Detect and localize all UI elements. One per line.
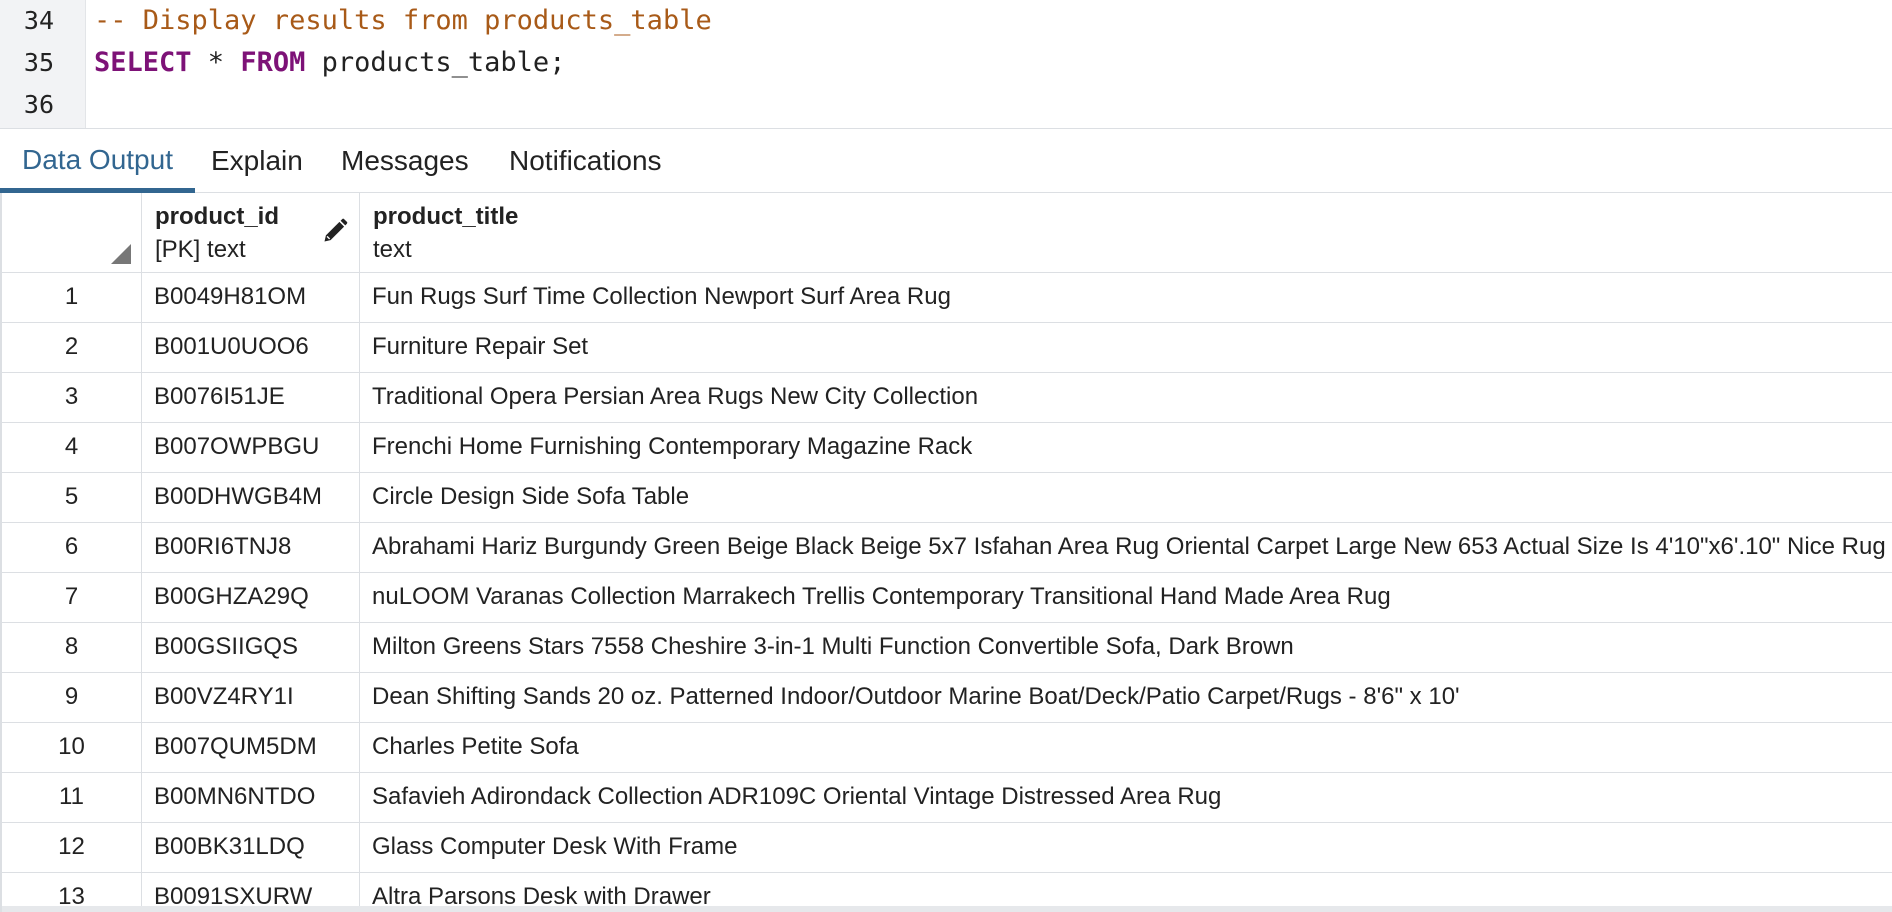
cell-product-id[interactable]: B0049H81OM — [142, 273, 360, 323]
cell-product-title[interactable]: Charles Petite Sofa — [360, 723, 1892, 773]
column-header-product-id[interactable]: product_id [PK] text — [142, 193, 360, 273]
query-editor[interactable]: 34 -- Display results from products_table… — [0, 0, 1892, 129]
cell-product-id[interactable]: B001U0UOO6 — [142, 323, 360, 373]
cell-product-title[interactable]: Safavieh Adirondack Collection ADR109C O… — [360, 773, 1892, 823]
row-number[interactable]: 3 — [2, 373, 142, 423]
table-row[interactable]: 7 B00GHZA29Q nuLOOM Varanas Collection Mar… — [2, 573, 1892, 623]
code-text: SELECT * FROM products_table; — [94, 42, 565, 84]
table-row[interactable]: 5 B00DHWGB4M Circle Design Side Sofa Table — [2, 473, 1892, 523]
cell-product-title[interactable]: Dean Shifting Sands 20 oz. Patterned Ind… — [360, 673, 1892, 723]
cell-product-title[interactable]: Furniture Repair Set — [360, 323, 1892, 373]
cell-product-id[interactable]: B007OWPBGU — [142, 423, 360, 473]
result-tabs: Data Output Explain Messages Notificatio… — [0, 129, 1892, 193]
sql-plain-token: products_table; — [305, 47, 566, 78]
cell-product-id[interactable]: B00BK31LDQ — [142, 823, 360, 873]
line-number: 35 — [23, 48, 54, 77]
row-number[interactable]: 10 — [2, 723, 142, 773]
table-row[interactable]: 6 B00RI6TNJ8 Abrahami Hariz Burgundy Green… — [2, 523, 1892, 573]
table-row[interactable]: 8 B00GSIIGQS Milton Greens Stars 7558 Ches… — [2, 623, 1892, 673]
column-header-product-title[interactable]: product_title text — [360, 193, 1892, 273]
cell-product-id[interactable]: B00VZ4RY1I — [142, 673, 360, 723]
column-type: [PK] text — [155, 236, 246, 263]
row-number[interactable]: 8 — [2, 623, 142, 673]
cell-product-id[interactable]: B00GSIIGQS — [142, 623, 360, 673]
code-line[interactable]: 34 -- Display results from products_table — [0, 0, 1892, 42]
pencil-icon[interactable] — [321, 217, 349, 245]
table-row[interactable]: 4 B007OWPBGU Frenchi Home Furnishing Conte… — [2, 423, 1892, 473]
cell-product-id[interactable]: B007QUM5DM — [142, 723, 360, 773]
tab-notifications[interactable]: Notifications — [487, 129, 684, 193]
table-row[interactable]: 1 B0049H81OM Fun Rugs Surf Time Collection… — [2, 273, 1892, 323]
tab-data-output[interactable]: Data Output — [0, 129, 195, 193]
tab-messages[interactable]: Messages — [319, 129, 491, 193]
cell-product-id[interactable]: B00RI6TNJ8 — [142, 523, 360, 573]
cell-product-id[interactable]: B00MN6NTDO — [142, 773, 360, 823]
cell-product-title[interactable]: Milton Greens Stars 7558 Cheshire 3-in-1… — [360, 623, 1892, 673]
row-number[interactable]: 7 — [2, 573, 142, 623]
row-number[interactable]: 6 — [2, 523, 142, 573]
cell-product-title[interactable]: Abrahami Hariz Burgundy Green Beige Blac… — [360, 523, 1892, 573]
table-row[interactable]: 12 B00BK31LDQ Glass Computer Desk With Fra… — [2, 823, 1892, 873]
row-number[interactable]: 2 — [2, 323, 142, 373]
table-row[interactable]: 10 B007QUM5DM Charles Petite Sofa — [2, 723, 1892, 773]
table-row[interactable]: 9 B00VZ4RY1I Dean Shifting Sands 20 oz. Pa… — [2, 673, 1892, 723]
sql-plain-token: * — [191, 47, 241, 78]
row-number[interactable]: 9 — [2, 673, 142, 723]
row-number[interactable]: 5 — [2, 473, 142, 523]
cell-product-title[interactable]: Frenchi Home Furnishing Contemporary Mag… — [360, 423, 1892, 473]
cell-product-title[interactable]: Glass Computer Desk With Frame — [360, 823, 1892, 873]
cell-product-id[interactable]: B00GHZA29Q — [142, 573, 360, 623]
sql-comment-token: -- Display results from products_table — [94, 5, 712, 36]
cell-product-title[interactable]: Circle Design Side Sofa Table — [360, 473, 1892, 523]
line-number: 34 — [23, 6, 54, 35]
tab-explain[interactable]: Explain — [189, 129, 325, 193]
table-row[interactable]: 11 B00MN6NTDO Safavieh Adirondack Collecti… — [2, 773, 1892, 823]
row-number[interactable]: 4 — [2, 423, 142, 473]
cell-product-id[interactable]: B0076I51JE — [142, 373, 360, 423]
cell-product-title[interactable]: Traditional Opera Persian Area Rugs New … — [360, 373, 1892, 423]
code-line[interactable]: 36 — [0, 84, 1892, 126]
column-name: product_title — [373, 203, 519, 230]
row-number[interactable]: 1 — [2, 273, 142, 323]
table-row[interactable]: 2 B001U0UOO6 Furniture Repair Set — [2, 323, 1892, 373]
code-line[interactable]: 35 SELECT * FROM products_table; — [0, 42, 1892, 84]
table-row[interactable]: 3 B0076I51JE Traditional Opera Persian Are… — [2, 373, 1892, 423]
sql-keyword-token: SELECT — [94, 47, 192, 78]
code-text: -- Display results from products_table — [94, 0, 712, 42]
select-all-triangle-icon — [111, 244, 131, 264]
data-output-grid: product_id [PK] text product_title text … — [0, 193, 1892, 912]
sql-keyword-token: FROM — [240, 47, 306, 78]
row-number[interactable]: 12 — [2, 823, 142, 873]
column-type: text — [373, 236, 412, 263]
cell-product-title[interactable]: nuLOOM Varanas Collection Marrakech Trel… — [360, 573, 1892, 623]
horizontal-scrollbar[interactable] — [2, 906, 1892, 912]
line-number: 36 — [23, 90, 54, 119]
column-name: product_id — [155, 203, 279, 230]
row-number[interactable]: 11 — [2, 773, 142, 823]
cell-product-id[interactable]: B00DHWGB4M — [142, 473, 360, 523]
cell-product-title[interactable]: Fun Rugs Surf Time Collection Newport Su… — [360, 273, 1892, 323]
select-all-corner[interactable] — [2, 193, 142, 273]
